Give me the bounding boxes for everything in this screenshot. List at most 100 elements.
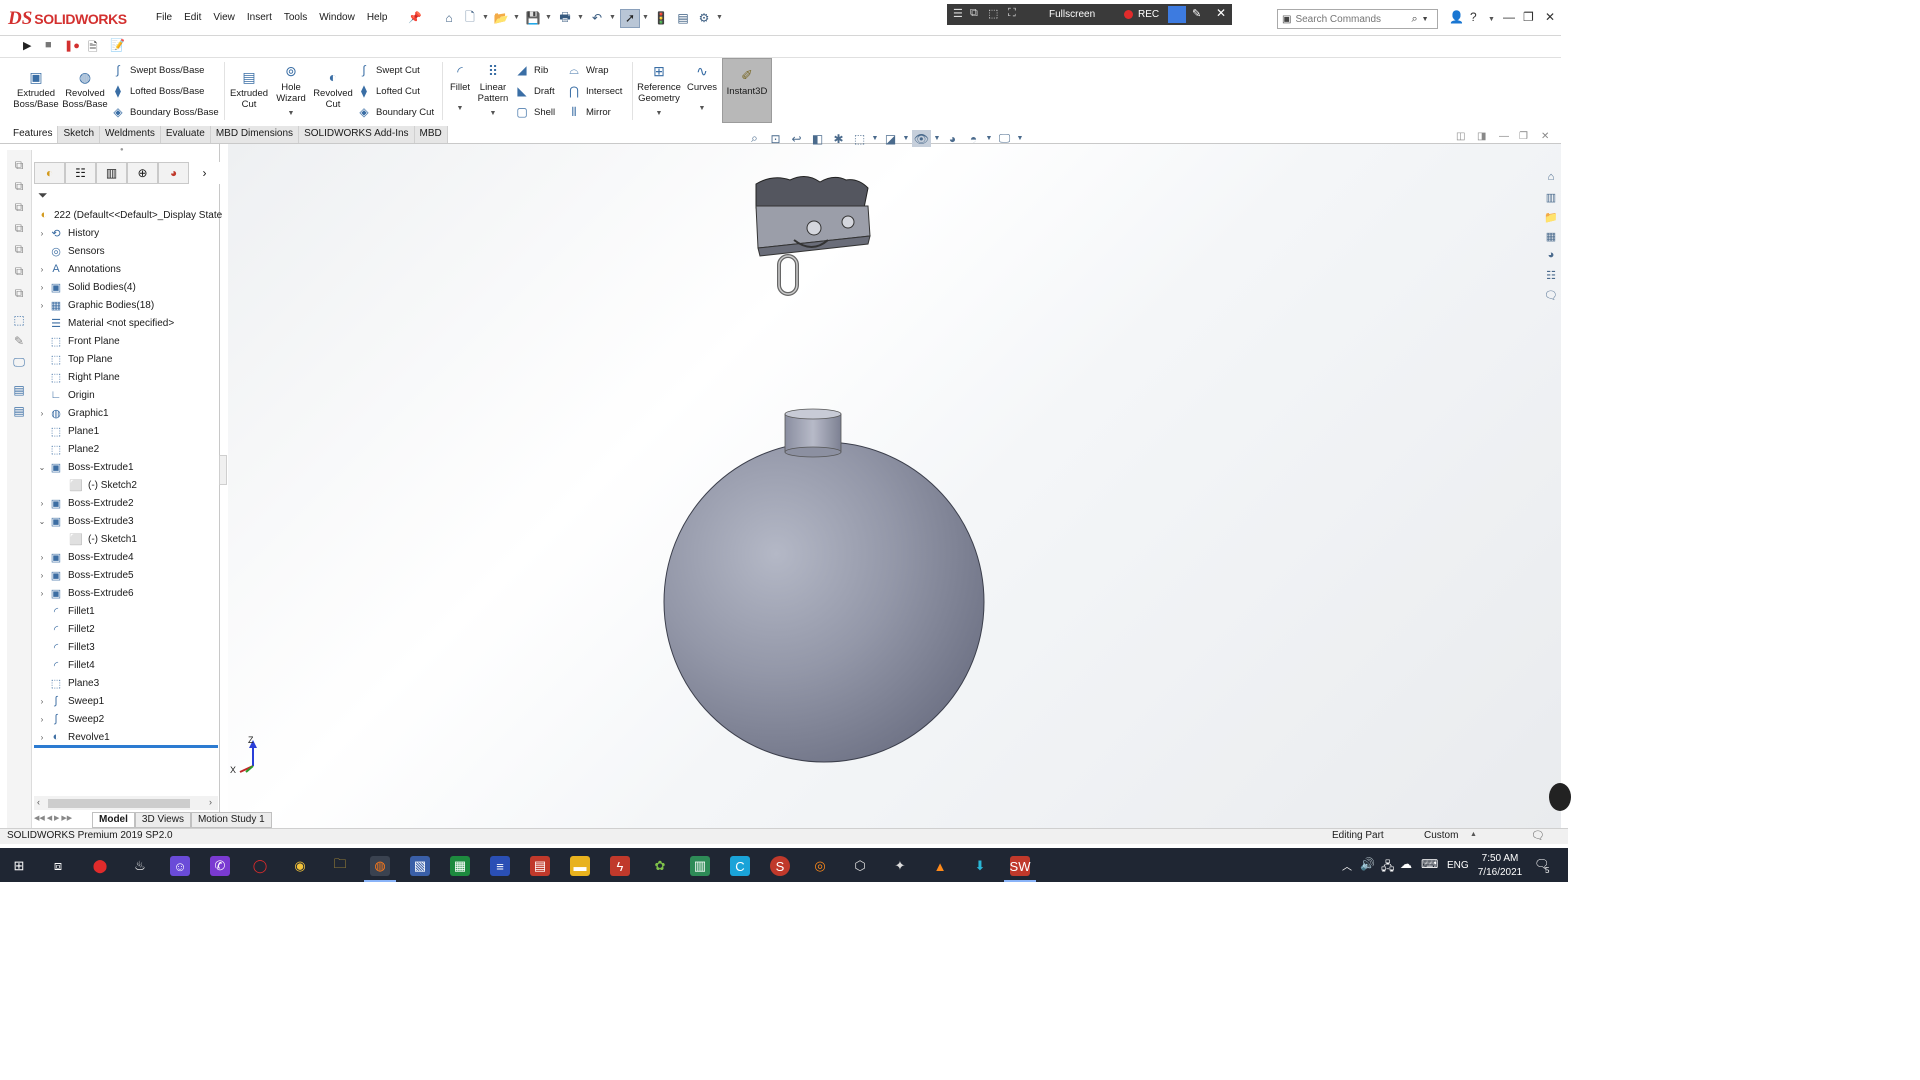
paste-icon[interactable]: ⧉ bbox=[11, 178, 27, 194]
revolved-boss-base-button[interactable]: ◍ Revolved Boss/Base bbox=[61, 68, 109, 111]
search-commands-box[interactable]: ▣ ⌕ ▼ bbox=[1277, 9, 1438, 29]
tree-item[interactable]: ⬚ Plane3 bbox=[36, 674, 99, 692]
dimxpertmanager-tab-icon[interactable]: ⊕ bbox=[127, 162, 159, 184]
expand-toggle-icon[interactable]: › bbox=[36, 697, 48, 706]
expand-toggle-icon[interactable]: › bbox=[36, 571, 48, 580]
tree-item[interactable]: › A Annotations bbox=[36, 260, 121, 278]
previous-view-icon[interactable]: ↩ bbox=[787, 130, 806, 147]
search-commands-input[interactable] bbox=[1295, 13, 1412, 25]
options-dropdown-icon[interactable]: ▼ bbox=[716, 14, 723, 21]
tab-mbd-dimensions[interactable]: MBD Dimensions bbox=[210, 126, 300, 143]
scroll-right-icon[interactable]: › bbox=[209, 797, 212, 807]
windows-start-icon[interactable]: ⊞ bbox=[9, 856, 29, 876]
tree-root-part[interactable]: ◐ 222 (Default<<Default>_Display State bbox=[36, 206, 223, 224]
expand-toggle-icon[interactable]: › bbox=[36, 715, 48, 724]
scale-entities-icon[interactable]: ⧉ bbox=[11, 285, 27, 301]
tree-item[interactable]: ∟ Origin bbox=[36, 386, 95, 404]
tab-weldments[interactable]: Weldments bbox=[100, 126, 161, 143]
minimize-icon[interactable]: — bbox=[1503, 10, 1515, 24]
filter-icon[interactable]: ⏷ bbox=[38, 188, 48, 203]
tree-item[interactable]: › ▣ Solid Bodies(4) bbox=[36, 278, 136, 296]
reference-geometry-button[interactable]: ⊞ Reference Geometry ▼ bbox=[636, 62, 682, 119]
tab-model[interactable]: Model bbox=[92, 812, 135, 828]
help-icon[interactable]: ? bbox=[1470, 10, 1477, 24]
zoom-to-fit-icon[interactable]: ⌕ bbox=[745, 130, 764, 147]
rebuild-icon[interactable]: 🚦 bbox=[652, 9, 670, 27]
view-palette-icon[interactable]: ▦ bbox=[1543, 228, 1559, 244]
discord-icon[interactable]: ☺ bbox=[170, 856, 190, 876]
view-settings-dropdown-icon[interactable]: ▼ bbox=[1016, 130, 1024, 147]
tree-item[interactable]: ⬚ Top Plane bbox=[36, 350, 113, 368]
tree-item[interactable]: › ▦ Graphic Bodies(18) bbox=[36, 296, 155, 314]
solidworks-resources-icon[interactable]: ⌂ bbox=[1543, 169, 1559, 185]
tray-overflow-icon[interactable]: ︿ bbox=[1342, 858, 1352, 873]
viewport-minimize-icon[interactable]: — bbox=[1499, 131, 1509, 142]
panel-grip-icon[interactable]: ● bbox=[120, 147, 124, 153]
wrap-button[interactable]: ⌓ Wrap bbox=[566, 61, 608, 79]
select-filter-icon[interactable]: ⬚ bbox=[11, 312, 27, 328]
expand-toggle-icon[interactable]: ⌄ bbox=[36, 517, 48, 526]
viber-icon[interactable]: ✆ bbox=[210, 856, 230, 876]
ornament-hanger[interactable] bbox=[755, 176, 871, 296]
propertymanager-tab-icon[interactable]: ☷ bbox=[65, 162, 97, 184]
tree-item[interactable]: ◎ Sensors bbox=[36, 242, 105, 260]
record-macro-icon[interactable]: ❚● bbox=[64, 39, 80, 52]
copy-entities-icon[interactable]: ⧉ bbox=[11, 241, 27, 257]
pin-menu-icon[interactable]: 📌 bbox=[408, 11, 422, 24]
unit-system-dropdown-icon[interactable]: ▲ bbox=[1470, 831, 1477, 838]
reference-geometry-dropdown-icon[interactable]: ▼ bbox=[656, 108, 663, 119]
tree-item[interactable]: › ◐ Revolve1 bbox=[36, 728, 110, 746]
fillet-button[interactable]: ◜ Fillet ▼ bbox=[446, 62, 474, 114]
panel-splitter[interactable] bbox=[219, 455, 227, 485]
edit-appearance-icon[interactable]: ◕ bbox=[943, 130, 962, 147]
presentation-icon[interactable]: ▤ bbox=[530, 856, 550, 876]
edit-macro-icon[interactable]: 📝 bbox=[110, 38, 125, 52]
viewport-split-icon[interactable]: ◨ bbox=[1477, 131, 1486, 142]
recorder-camera-button[interactable] bbox=[1168, 6, 1186, 23]
copy-format-icon[interactable]: ⧉ bbox=[11, 199, 27, 215]
file-explorer-icon[interactable]: 📁 bbox=[1543, 209, 1559, 225]
file-explorer-taskbar-icon[interactable]: 🗀 bbox=[330, 856, 350, 876]
layer-properties-icon[interactable]: ▤ bbox=[11, 403, 27, 419]
expand-toggle-icon[interactable]: › bbox=[36, 283, 48, 292]
tree-item[interactable]: ⬚ Right Plane bbox=[36, 368, 120, 386]
opera-icon[interactable]: ◯ bbox=[250, 856, 270, 876]
ornament-cap[interactable] bbox=[784, 408, 842, 458]
copy-icon[interactable]: ⧉ bbox=[11, 157, 27, 173]
tab-3d-views[interactable]: 3D Views bbox=[134, 812, 191, 828]
recorder-window-icon[interactable]: ⧉ bbox=[970, 7, 978, 20]
help-dropdown-icon[interactable]: ▼ bbox=[1488, 16, 1495, 23]
intersect-button[interactable]: ⋂ Intersect bbox=[566, 82, 622, 100]
menu-tools[interactable]: Tools bbox=[278, 10, 313, 25]
steam-icon[interactable]: ♨ bbox=[130, 856, 150, 876]
paint-icon[interactable]: ▧ bbox=[410, 856, 430, 876]
tree-item[interactable]: ◜ Fillet4 bbox=[36, 656, 95, 674]
menu-help[interactable]: Help bbox=[361, 10, 394, 25]
stop-macro-icon[interactable]: ■ bbox=[45, 39, 52, 51]
curves-button[interactable]: ∿ Curves ▼ bbox=[686, 62, 718, 114]
fillet-dropdown-icon[interactable]: ▼ bbox=[457, 103, 464, 114]
scroll-left-icon[interactable]: ‹ bbox=[37, 797, 40, 807]
tree-item[interactable]: › ▣ Boss-Extrude5 bbox=[36, 566, 134, 584]
recorder-menu-icon[interactable]: ☰ bbox=[953, 7, 963, 20]
magnifier-icon[interactable]: ⌕ bbox=[1411, 13, 1417, 26]
volume-icon[interactable]: 🔊 bbox=[1360, 857, 1375, 871]
notes-icon[interactable]: ▬ bbox=[570, 856, 590, 876]
tab-solidworks-addins[interactable]: SOLIDWORKS Add-Ins bbox=[299, 126, 415, 143]
options-gear-icon[interactable]: ⚙ bbox=[695, 9, 713, 27]
open-dropdown-icon[interactable]: ▼ bbox=[513, 14, 520, 21]
layer-icon[interactable]: ▤ bbox=[11, 382, 27, 398]
tree-item[interactable]: ⌄ ▣ Boss-Extrude1 bbox=[36, 458, 134, 476]
linear-pattern-dropdown-icon[interactable]: ▼ bbox=[490, 108, 497, 119]
clock-time[interactable]: 7:50 AM bbox=[1478, 853, 1522, 864]
vlc-icon[interactable]: ▲ bbox=[930, 856, 950, 876]
tree-item[interactable]: ⬚ Plane1 bbox=[36, 422, 99, 440]
viewport-restore-icon[interactable]: ❐ bbox=[1519, 131, 1528, 142]
obs-record-icon[interactable]: ⬤ bbox=[90, 856, 110, 876]
recorder-crop-icon[interactable]: ⛶ bbox=[1008, 7, 1016, 20]
mirror-button[interactable]: ⫴ Mirror bbox=[566, 103, 610, 121]
user-account-icon[interactable]: 👤 bbox=[1449, 10, 1464, 24]
unit-system-selector[interactable]: Custom bbox=[1424, 830, 1458, 841]
linear-pattern-button[interactable]: ⠿ Linear Pattern ▼ bbox=[476, 62, 510, 119]
more-tabs-chevron-icon[interactable]: › bbox=[189, 162, 220, 184]
